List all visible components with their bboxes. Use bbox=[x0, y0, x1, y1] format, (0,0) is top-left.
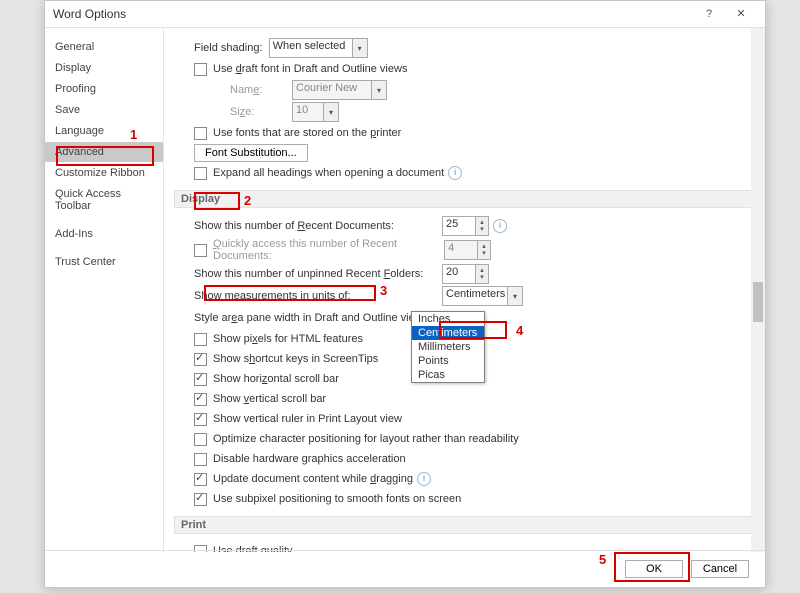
font-substitution-button[interactable]: Font Substitution... bbox=[194, 144, 308, 162]
sidebar-item-customize-ribbon[interactable]: Customize Ribbon bbox=[45, 163, 163, 183]
units-option-centimeters[interactable]: Centimeters bbox=[412, 326, 484, 340]
name-label: Name: bbox=[230, 84, 292, 96]
close-button[interactable]: ✕ bbox=[725, 1, 757, 27]
units-combo[interactable]: Centimeters▾ bbox=[442, 286, 523, 306]
chevron-down-icon: ▾ bbox=[507, 286, 523, 306]
spinner-arrows-icon: ▴▾ bbox=[477, 240, 491, 260]
units-option-inches[interactable]: Inches bbox=[412, 312, 484, 326]
sidebar-item-quick-access[interactable]: Quick Access Toolbar bbox=[45, 184, 163, 216]
sidebar-item-proofing[interactable]: Proofing bbox=[45, 79, 163, 99]
units-label: Show measurements in units of: bbox=[194, 290, 442, 302]
spinner-arrows-icon: ▴▾ bbox=[475, 264, 489, 284]
field-shading-label: Field shading: bbox=[194, 42, 263, 54]
expand-headings-label: Expand all headings when opening a docum… bbox=[213, 167, 444, 179]
dialog-title: Word Options bbox=[53, 1, 126, 27]
size-label: Size: bbox=[230, 106, 292, 118]
pixels-checkbox[interactable] bbox=[194, 333, 207, 346]
hwaccel-checkbox[interactable] bbox=[194, 453, 207, 466]
category-sidebar: General Display Proofing Save Language A… bbox=[45, 28, 164, 552]
subpixel-label: Use subpixel positioning to smooth fonts… bbox=[213, 493, 461, 505]
vruler-checkbox[interactable] bbox=[194, 413, 207, 426]
recent-folders-label: Show this number of unpinned Recent Fold… bbox=[194, 268, 442, 280]
spinner-arrows-icon: ▴▾ bbox=[475, 216, 489, 236]
font-name-combo: Courier New▾ bbox=[292, 80, 387, 100]
pixels-label: Show pixels for HTML features bbox=[213, 333, 363, 345]
field-shading-combo[interactable]: When selected ▾ bbox=[269, 38, 368, 58]
display-section-header: Display bbox=[174, 190, 753, 208]
cancel-button[interactable]: Cancel bbox=[691, 560, 749, 578]
sidebar-item-addins[interactable]: Add-Ins bbox=[45, 224, 163, 244]
dragupdate-checkbox[interactable] bbox=[194, 473, 207, 486]
sidebar-item-display[interactable]: Display bbox=[45, 58, 163, 78]
scrollbar[interactable] bbox=[751, 28, 765, 552]
info-icon[interactable]: i bbox=[448, 166, 462, 180]
quick-access-spinner: 4▴▾ bbox=[444, 240, 491, 260]
draft-font-checkbox[interactable] bbox=[194, 63, 207, 76]
printer-fonts-label: Use fonts that are stored on the printer bbox=[213, 127, 401, 139]
vruler-label: Show vertical ruler in Print Layout view bbox=[213, 413, 402, 425]
pane-width-label: Style area pane width in Draft and Outli… bbox=[194, 312, 442, 324]
sidebar-item-language[interactable]: Language bbox=[45, 121, 163, 141]
units-dropdown[interactable]: Inches Centimeters Millimeters Points Pi… bbox=[411, 311, 485, 383]
units-option-millimeters[interactable]: Millimeters bbox=[412, 340, 484, 354]
draft-font-label: Use draft font in Draft and Outline view… bbox=[213, 63, 407, 75]
font-size-combo: 10▾ bbox=[292, 102, 339, 122]
sidebar-item-general[interactable]: General bbox=[45, 37, 163, 57]
optimize-checkbox[interactable] bbox=[194, 433, 207, 446]
dragupdate-label: Update document content while dragging bbox=[213, 473, 413, 485]
ok-button[interactable]: OK bbox=[625, 560, 683, 578]
printer-fonts-checkbox[interactable] bbox=[194, 127, 207, 140]
sidebar-item-save[interactable]: Save bbox=[45, 100, 163, 120]
word-options-dialog: Word Options ? ✕ General Display Proofin… bbox=[44, 0, 766, 588]
chevron-down-icon: ▾ bbox=[371, 80, 387, 100]
units-option-points[interactable]: Points bbox=[412, 354, 484, 368]
shortcut-checkbox[interactable] bbox=[194, 353, 207, 366]
hscroll-checkbox[interactable] bbox=[194, 373, 207, 386]
titlebar: Word Options ? ✕ bbox=[45, 1, 765, 28]
sidebar-item-advanced[interactable]: Advanced bbox=[45, 142, 163, 162]
print-section-header: Print bbox=[174, 516, 753, 534]
recent-docs-spinner[interactable]: 25▴▾ bbox=[442, 216, 489, 236]
vscroll-checkbox[interactable] bbox=[194, 393, 207, 406]
content-pane: Field shading: When selected ▾ Use draft… bbox=[164, 28, 765, 552]
vscroll-label: Show vertical scroll bar bbox=[213, 393, 326, 405]
info-icon[interactable]: i bbox=[493, 219, 507, 233]
expand-headings-checkbox[interactable] bbox=[194, 167, 207, 180]
quick-access-checkbox[interactable] bbox=[194, 244, 207, 257]
subpixel-checkbox[interactable] bbox=[194, 493, 207, 506]
hwaccel-label: Disable hardware graphics acceleration bbox=[213, 453, 406, 465]
recent-folders-spinner[interactable]: 20▴▾ bbox=[442, 264, 489, 284]
hscroll-label: Show horizontal scroll bar bbox=[213, 373, 339, 385]
sidebar-item-trust-center[interactable]: Trust Center bbox=[45, 252, 163, 272]
scrollbar-thumb[interactable] bbox=[753, 282, 763, 322]
shortcut-label: Show shortcut keys in ScreenTips bbox=[213, 353, 378, 365]
recent-docs-label: Show this number of Recent Documents: bbox=[194, 220, 442, 232]
info-icon[interactable]: i bbox=[417, 472, 431, 486]
help-button[interactable]: ? bbox=[693, 1, 725, 27]
chevron-down-icon: ▾ bbox=[352, 38, 368, 58]
dialog-footer: OK Cancel bbox=[45, 550, 765, 587]
chevron-down-icon: ▾ bbox=[323, 102, 339, 122]
quick-access-label: Quickly access this number of Recent Doc… bbox=[213, 238, 441, 262]
optimize-label: Optimize character positioning for layou… bbox=[213, 433, 519, 445]
units-option-picas[interactable]: Picas bbox=[412, 368, 484, 382]
